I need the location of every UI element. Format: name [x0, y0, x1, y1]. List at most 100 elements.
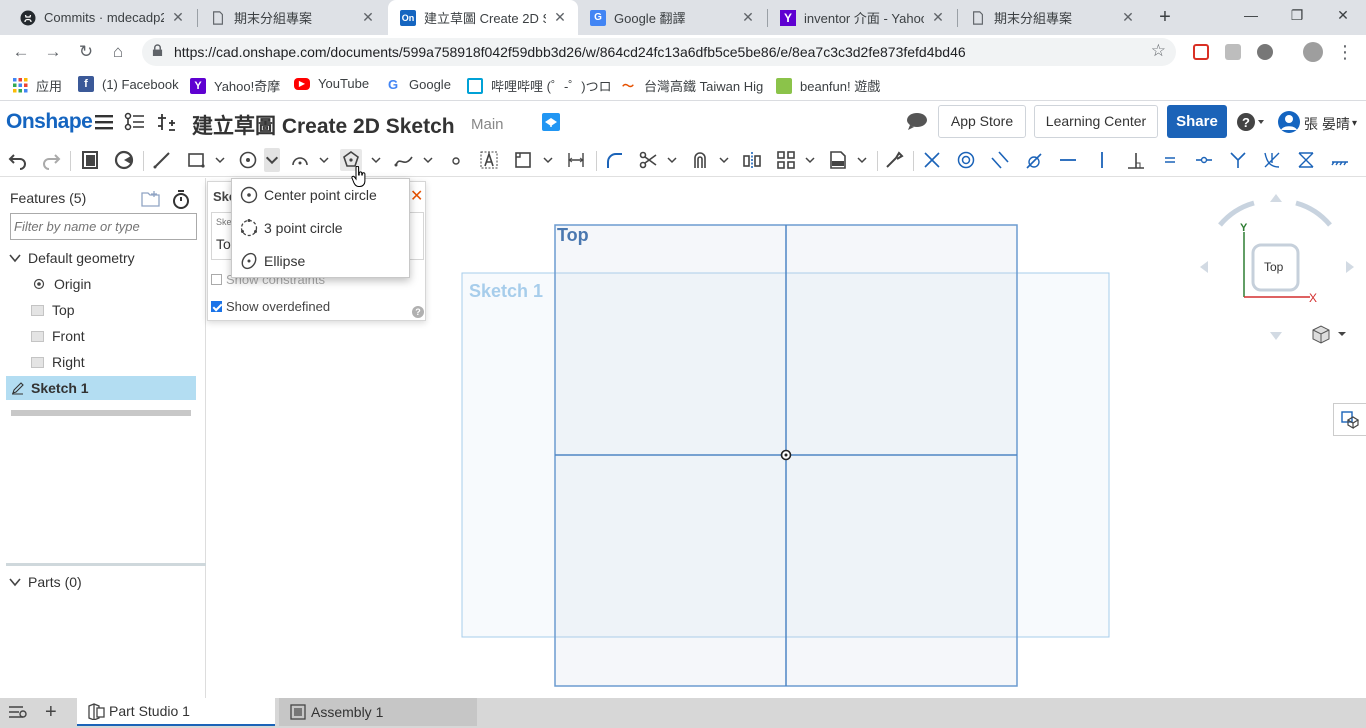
insert-icon[interactable] [155, 110, 177, 134]
reload-icon[interactable]: ↻ [73, 39, 99, 65]
dialog-close-icon[interactable]: ✕ [410, 186, 423, 206]
bookmark-google[interactable]: G Google [385, 76, 451, 92]
normal-icon[interactable] [1227, 149, 1249, 171]
tree-item-origin[interactable]: Origin [32, 272, 232, 296]
bookmark-youtube[interactable]: ▶ YouTube [294, 76, 369, 91]
trim-dropdown-icon[interactable] [666, 149, 678, 171]
panel-divider[interactable] [6, 563, 206, 566]
spline-dropdown-icon[interactable] [422, 149, 434, 171]
mirror-icon[interactable] [741, 149, 763, 171]
new-tab-button[interactable]: + [1152, 4, 1178, 30]
close-icon[interactable]: ✕ [360, 9, 376, 26]
extension-icon[interactable] [1257, 44, 1273, 60]
undo-icon[interactable] [7, 149, 29, 171]
trim-icon[interactable] [637, 149, 659, 171]
browser-tab[interactable]: G Google 翻譯 ✕ [578, 0, 766, 35]
feature-list-icon[interactable] [124, 110, 146, 134]
back-icon[interactable]: ← [8, 39, 34, 65]
bookmark-apps[interactable]: 应用 [12, 76, 62, 95]
browser-tab-active[interactable]: On 建立草圖 Create 2D Sk ✕ [388, 0, 578, 35]
help-icon[interactable]: ? [1236, 111, 1266, 135]
bookmark-facebook[interactable]: f (1) Facebook [78, 76, 179, 92]
feature-filter-input[interactable] [10, 213, 197, 240]
rectangle-icon[interactable] [185, 149, 207, 171]
home-icon[interactable]: ⌂ [105, 39, 131, 65]
coincident-icon[interactable] [921, 149, 943, 171]
user-name[interactable]: 張 晏晴 [1304, 112, 1350, 136]
share-button[interactable]: Share [1167, 105, 1227, 138]
profile-avatar-icon[interactable] [1303, 42, 1323, 62]
tab-assembly[interactable]: Assembly 1 [279, 698, 477, 726]
rollback-timer-icon[interactable] [172, 190, 190, 213]
dxf-import-icon[interactable] [827, 149, 849, 171]
close-icon[interactable]: ✕ [930, 9, 946, 26]
vertical-icon[interactable] [1091, 149, 1113, 171]
line-icon[interactable] [151, 149, 173, 171]
bookmark-thsr[interactable]: 〜 台灣高鐵 Taiwan Hig [620, 76, 763, 95]
onshape-logo[interactable]: Onshape [6, 110, 93, 134]
menu-item-ellipse[interactable]: Ellipse [232, 245, 409, 277]
browser-tab[interactable]: Y inventor 介面 - Yahoo ✕ [768, 0, 956, 35]
menu-item-center-point-circle[interactable]: Center point circle [232, 179, 409, 211]
close-icon[interactable]: ✕ [552, 9, 568, 26]
redo-icon[interactable] [40, 149, 62, 171]
circle-icon[interactable] [237, 149, 259, 171]
minimize-icon[interactable]: — [1228, 0, 1274, 32]
workspace-branch[interactable]: Main [471, 116, 504, 133]
view-cube-face[interactable]: Top [1264, 260, 1283, 274]
chevron-down-icon[interactable]: ▾ [1352, 112, 1357, 136]
tab-manager-icon[interactable] [8, 704, 28, 723]
close-window-icon[interactable]: ✕ [1320, 0, 1366, 32]
horizontal-icon[interactable] [1057, 149, 1079, 171]
app-store-button[interactable]: App Store [938, 105, 1026, 138]
add-folder-icon[interactable] [141, 190, 161, 211]
browser-tab[interactable]: 期末分組專案 ✕ [958, 0, 1146, 35]
show-constraints-checkbox[interactable] [211, 274, 222, 285]
add-tab-icon[interactable]: + [45, 701, 57, 724]
horizontal-scrollbar[interactable] [11, 410, 191, 416]
circle-dropdown-icon[interactable] [264, 148, 280, 172]
parts-folder[interactable]: Parts (0) [8, 570, 208, 594]
fix-icon[interactable] [1329, 149, 1351, 171]
rectangle-dropdown-icon[interactable] [214, 149, 226, 171]
use-icon[interactable] [113, 149, 135, 171]
default-geometry-folder[interactable]: Default geometry [8, 246, 208, 270]
dimension-icon[interactable] [565, 149, 587, 171]
show-overdefined-row[interactable]: Show overdefined [211, 299, 330, 314]
show-overdefined-checkbox[interactable] [211, 301, 222, 312]
text-icon[interactable] [478, 149, 500, 171]
appearance-panel-icon[interactable] [1333, 403, 1366, 436]
midpoint-icon[interactable] [1193, 149, 1215, 171]
dxf-dropdown-icon[interactable] [856, 149, 868, 171]
comments-icon[interactable] [906, 112, 928, 136]
pierce-icon[interactable] [1261, 149, 1283, 171]
construction-icon[interactable] [883, 149, 905, 171]
fillet-icon[interactable] [603, 149, 625, 171]
offset-icon[interactable] [689, 149, 711, 171]
document-title[interactable]: 建立草圖 Create 2D Sketch [192, 110, 455, 140]
restore-icon[interactable]: ❐ [1274, 0, 1320, 32]
tab-part-studio[interactable]: Part Studio 1 [77, 698, 275, 726]
close-icon[interactable]: ✕ [1120, 9, 1136, 26]
equal-icon[interactable] [1159, 149, 1181, 171]
concentric-icon[interactable] [955, 149, 977, 171]
hamburger-menu-icon[interactable] [95, 110, 113, 134]
tree-item-right[interactable]: Right [30, 350, 230, 374]
arc-dropdown-icon[interactable] [318, 149, 330, 171]
learning-center-button[interactable]: Learning Center [1034, 105, 1158, 138]
close-icon[interactable]: ✕ [740, 9, 756, 26]
point-icon[interactable] [445, 149, 467, 171]
bookmark-yahoo[interactable]: Y Yahoo!奇摩 [190, 76, 280, 95]
arc-icon[interactable] [289, 149, 311, 171]
image-icon[interactable] [512, 149, 534, 171]
tangent-icon[interactable] [1023, 149, 1045, 171]
spline-icon[interactable] [393, 149, 415, 171]
parallel-icon[interactable] [989, 149, 1011, 171]
browser-tab[interactable]: Commits · mdecadp20 ✕ [8, 0, 196, 35]
pattern-icon[interactable] [775, 149, 797, 171]
address-bar[interactable]: https://cad.onshape.com/documents/599a75… [142, 38, 1176, 66]
menu-item-3-point-circle[interactable]: 3 point circle [232, 212, 409, 244]
extension-icon[interactable] [1225, 44, 1241, 60]
browser-tab[interactable]: 期末分組專案 ✕ [198, 0, 386, 35]
perpendicular-icon[interactable] [1125, 149, 1147, 171]
